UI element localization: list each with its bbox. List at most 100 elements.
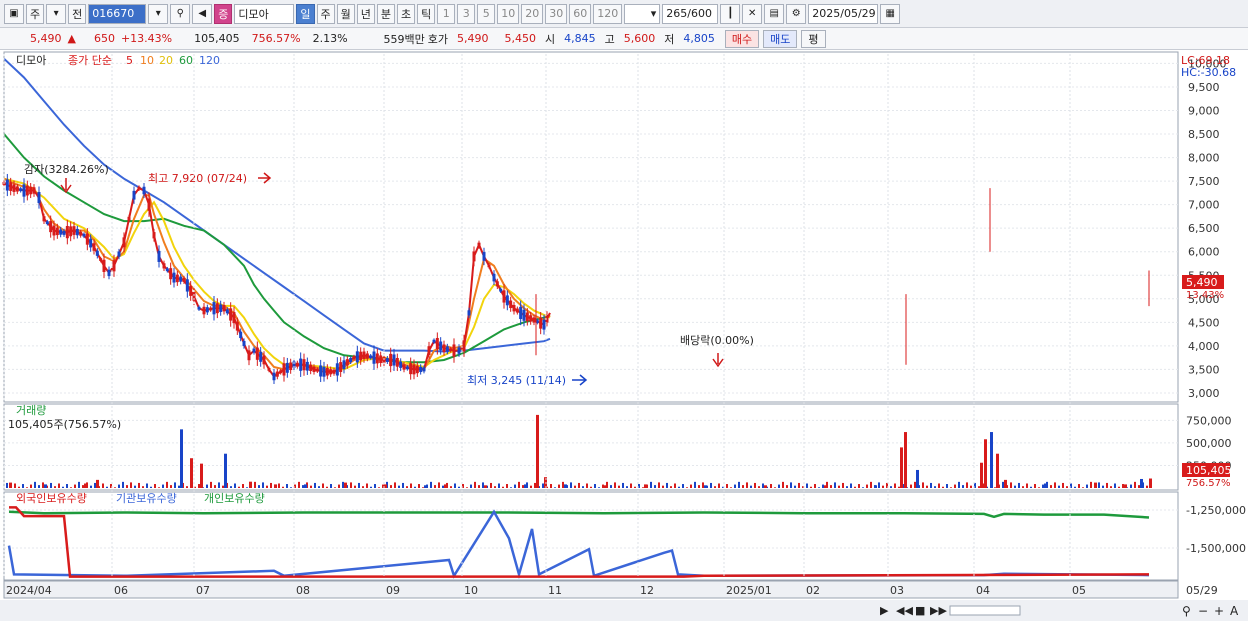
candle-body <box>482 252 486 261</box>
volume-bar-small <box>1130 484 1132 488</box>
volume-bar-small <box>334 487 336 488</box>
search-icon[interactable]: ⚲ <box>170 3 191 24</box>
volume-bar-small <box>718 483 720 488</box>
volume-bar-small <box>134 485 136 488</box>
sell-button[interactable]: 매도 <box>763 29 798 48</box>
volume-bar <box>916 469 919 488</box>
scroll-right-icon[interactable]: ▶ <box>880 604 889 617</box>
layout-icon[interactable]: ▣ <box>4 3 24 24</box>
volume-bar-small <box>534 482 536 488</box>
turnover-pct: 2.13% <box>312 32 348 45</box>
minus-icon[interactable]: − <box>1198 604 1208 618</box>
volume-bar-small <box>58 483 60 488</box>
interval-10-button[interactable]: 10 <box>497 3 520 24</box>
volume-bar-small <box>478 485 480 488</box>
volume-bar-small <box>554 487 556 488</box>
interval-dropdown[interactable]: ▾ <box>624 3 661 24</box>
interval-1-button[interactable]: 1 <box>437 3 456 24</box>
volume-bar-small <box>186 486 188 488</box>
price-tick-label: 3,500 <box>1188 363 1220 376</box>
volume-bar-small <box>238 486 240 488</box>
candle-body <box>247 350 251 361</box>
save-icon[interactable]: ▤ <box>764 3 785 24</box>
rewind-icon[interactable]: ◀◀ <box>896 604 913 617</box>
volume-bar-small <box>822 484 824 488</box>
stop-icon[interactable]: ■ <box>915 604 925 617</box>
period-day-button[interactable]: 일 <box>296 3 315 24</box>
market-select[interactable]: 주 <box>26 3 45 24</box>
candle-body <box>25 185 29 196</box>
volume-bar <box>304 484 307 488</box>
holdings-y-axis: -1,250,000 -1,500,000 <box>1186 504 1246 555</box>
volume-bar-small <box>674 483 676 488</box>
interval-3-button[interactable]: 3 <box>457 3 476 24</box>
period-minute-button[interactable]: 분 <box>376 3 395 24</box>
count-total: /600 <box>687 7 712 20</box>
volume-bar-small <box>146 483 148 488</box>
volume-bar-small <box>942 486 944 488</box>
zoom-slider[interactable] <box>949 605 1021 616</box>
text-tool-icon[interactable]: A <box>1230 604 1239 618</box>
period-month-button[interactable]: 월 <box>336 3 355 24</box>
price-tick-label: 9,500 <box>1188 81 1220 94</box>
period-second-button[interactable]: 초 <box>397 3 416 24</box>
candle-body <box>309 364 313 372</box>
candle-body <box>117 251 121 257</box>
interval-20-button[interactable]: 20 <box>521 3 544 24</box>
interval-60-button[interactable]: 60 <box>569 3 592 24</box>
interval-30-button[interactable]: 30 <box>545 3 568 24</box>
gear-icon[interactable]: ⚙ <box>786 3 807 24</box>
calendar-icon[interactable]: ▦ <box>880 3 901 24</box>
period-year-button[interactable]: 년 <box>356 3 375 24</box>
chevron-down-icon[interactable]: ▾ <box>46 3 67 24</box>
volume-subtitle: 105,405주(756.57%) <box>8 418 121 431</box>
speaker-icon[interactable]: ◀ <box>192 3 213 24</box>
price-tick-label: 6,500 <box>1188 222 1220 235</box>
volume-bar-small <box>838 485 840 488</box>
eval-button[interactable]: 평 <box>801 29 826 48</box>
candle-body <box>259 351 263 362</box>
count-value: 265 <box>666 7 688 20</box>
volume-bar-small <box>450 486 452 488</box>
volume-bar-small <box>310 485 312 488</box>
volume-bar-small <box>254 481 256 488</box>
candle-icon[interactable]: ┃ <box>720 3 741 24</box>
volume-bar-small <box>570 482 572 488</box>
volume-bar-small <box>574 485 576 488</box>
volume-bar-small <box>366 483 368 488</box>
volume-bar-small <box>338 484 340 488</box>
volume-bar-small <box>882 485 884 488</box>
candle-body <box>509 300 513 309</box>
stock-name-field[interactable]: 디모아 <box>234 3 295 24</box>
volume-bar-small <box>650 481 652 488</box>
date-input[interactable]: 2025/05/29 <box>808 3 879 24</box>
candle-body <box>172 272 176 283</box>
count-input[interactable]: 265/600 <box>662 3 719 24</box>
volume-bar <box>444 484 447 488</box>
candle-body <box>215 303 219 314</box>
buy-button[interactable]: 매수 <box>724 29 760 48</box>
volume-bar <box>824 485 827 488</box>
candle-body <box>525 312 529 322</box>
interval-5-button[interactable]: 5 <box>477 3 496 24</box>
forward-icon[interactable]: ▶▶ <box>930 604 947 617</box>
zoom-out-icon[interactable]: ⚲ <box>1182 604 1191 618</box>
volume-bar-small <box>666 482 668 488</box>
interval-120-button[interactable]: 120 <box>593 3 623 24</box>
volume-bar-small <box>234 483 236 488</box>
volume-bar-small <box>878 482 880 488</box>
period-week-button[interactable]: 주 <box>316 3 335 24</box>
volume-bar-small <box>1062 482 1064 488</box>
period-tick-button[interactable]: 틱 <box>417 3 436 24</box>
volume-bar-small <box>914 481 916 488</box>
prev-button[interactable]: 전 <box>68 3 87 24</box>
tools-icon[interactable]: ✕ <box>742 3 763 24</box>
candle-body <box>392 354 396 366</box>
volume-bar-small <box>518 481 520 488</box>
plus-icon[interactable]: + <box>1214 604 1224 618</box>
volume-bar <box>200 463 203 488</box>
stock-code-input[interactable]: 016670 <box>88 3 147 24</box>
x-tick-label: 05 <box>1072 584 1086 597</box>
chevron-down-icon[interactable]: ▾ <box>148 3 169 24</box>
candle-body <box>65 225 69 239</box>
